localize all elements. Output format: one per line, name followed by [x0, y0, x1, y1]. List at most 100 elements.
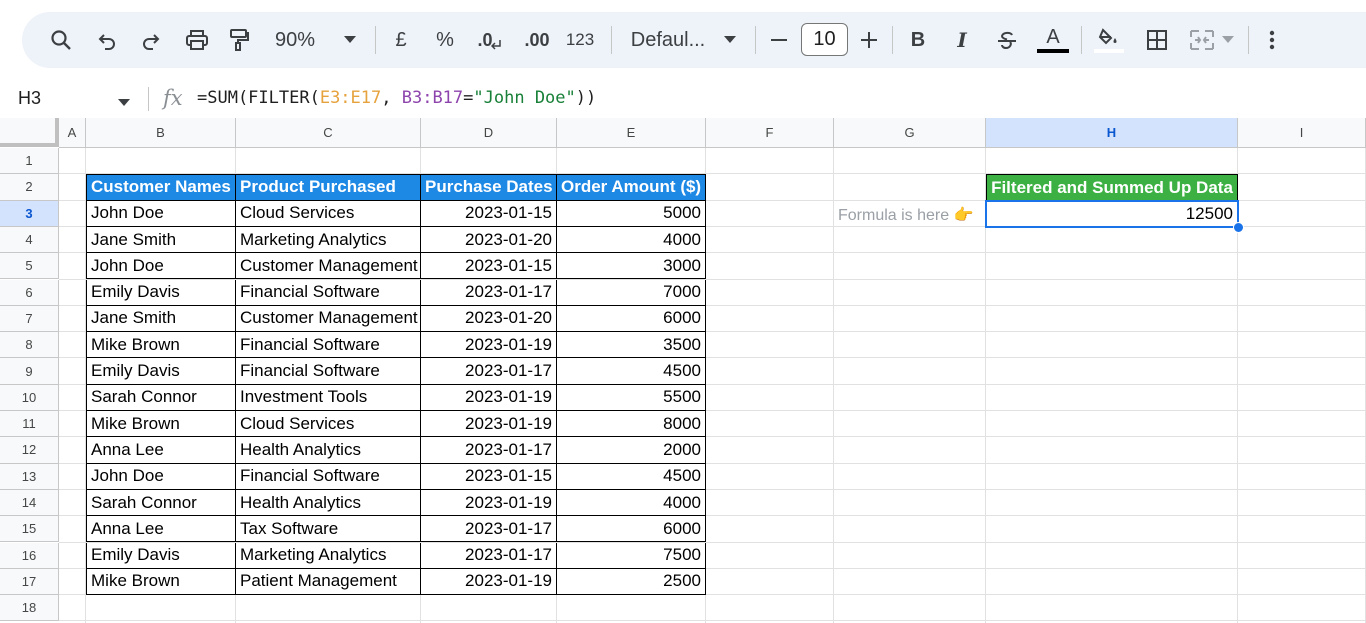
- table-cell[interactable]: 2023-01-17: [421, 542, 557, 569]
- table-header-cell[interactable]: Product Purchased: [236, 174, 421, 201]
- name-box[interactable]: H3: [18, 88, 41, 109]
- chevron-down-icon[interactable]: [118, 94, 130, 112]
- table-cell[interactable]: Health Analytics: [236, 489, 421, 517]
- table-cell[interactable]: Marketing Analytics: [236, 226, 421, 254]
- formula-note[interactable]: Formula is here 👉: [838, 202, 974, 228]
- row-header-8[interactable]: 8: [0, 332, 59, 359]
- column-header-e[interactable]: E: [557, 118, 706, 148]
- chevron-down-icon[interactable]: [340, 12, 360, 68]
- table-cell[interactable]: 2023-01-15: [421, 463, 557, 490]
- table-cell[interactable]: 2000: [557, 437, 706, 464]
- bold-button[interactable]: B: [904, 12, 932, 68]
- column-header-a[interactable]: A: [59, 118, 86, 148]
- row-header-5[interactable]: 5: [0, 253, 59, 280]
- column-header-f[interactable]: F: [706, 118, 834, 148]
- increase-font-size-icon[interactable]: [856, 12, 882, 68]
- table-header-cell[interactable]: Customer Names: [86, 174, 236, 201]
- table-cell[interactable]: Investment Tools: [236, 384, 421, 411]
- table-cell[interactable]: Cloud Services: [236, 411, 421, 438]
- decrease-decimal-button[interactable]: .0: [474, 12, 504, 68]
- table-cell[interactable]: Emily Davis: [86, 358, 236, 385]
- table-cell[interactable]: Mike Brown: [86, 568, 236, 596]
- table-cell[interactable]: John Doe: [86, 463, 236, 490]
- italic-button[interactable]: I: [948, 12, 976, 68]
- table-cell[interactable]: 2023-01-15: [421, 200, 557, 227]
- table-cell[interactable]: 7000: [557, 279, 706, 306]
- column-header-d[interactable]: D: [421, 118, 557, 148]
- table-cell[interactable]: 3500: [557, 332, 706, 359]
- row-header-15[interactable]: 15: [0, 516, 59, 543]
- row-header-7[interactable]: 7: [0, 305, 59, 333]
- fill-handle[interactable]: [1233, 222, 1244, 233]
- table-cell[interactable]: Marketing Analytics: [236, 542, 421, 569]
- table-cell[interactable]: Sarah Connor: [86, 489, 236, 517]
- table-header-cell[interactable]: Order Amount ($): [557, 174, 706, 201]
- table-cell[interactable]: 3000: [557, 253, 706, 280]
- strikethrough-icon[interactable]: [992, 12, 1022, 68]
- row-header-16[interactable]: 16: [0, 542, 59, 569]
- table-cell[interactable]: 6000: [557, 516, 706, 543]
- row-header-17[interactable]: 17: [0, 568, 59, 596]
- table-cell[interactable]: 5500: [557, 384, 706, 411]
- table-cell[interactable]: Financial Software: [236, 358, 421, 385]
- fill-color-icon[interactable]: [1092, 12, 1126, 68]
- more-options-icon[interactable]: [1260, 12, 1284, 68]
- row-header-11[interactable]: 11: [0, 411, 59, 438]
- table-cell[interactable]: Emily Davis: [86, 279, 236, 306]
- table-cell[interactable]: 7500: [557, 542, 706, 569]
- borders-icon[interactable]: [1142, 12, 1172, 68]
- formula-input[interactable]: =SUM(FILTER(E3:E17, B3:B17="John Doe")): [197, 88, 596, 108]
- decrease-font-size-icon[interactable]: [766, 12, 792, 68]
- table-cell[interactable]: 2500: [557, 568, 706, 596]
- table-cell[interactable]: 5000: [557, 200, 706, 227]
- table-cell[interactable]: Financial Software: [236, 463, 421, 490]
- row-header-2[interactable]: 2: [0, 174, 59, 201]
- number-format-button[interactable]: 123: [562, 12, 598, 68]
- print-icon[interactable]: [180, 12, 214, 68]
- table-cell[interactable]: 2023-01-15: [421, 253, 557, 280]
- table-cell[interactable]: 2023-01-19: [421, 384, 557, 411]
- table-cell[interactable]: Sarah Connor: [86, 384, 236, 411]
- table-header-cell[interactable]: Purchase Dates: [421, 174, 557, 201]
- spreadsheet-grid[interactable]: ABCDEFGHI 1 2 3 4 5 6 7 8 9 10 11 12 13 14 15 16 17 18 Cu…: [0, 118, 1366, 623]
- table-cell[interactable]: Mike Brown: [86, 332, 236, 359]
- merge-cells-icon[interactable]: [1186, 12, 1218, 68]
- row-header-3[interactable]: 3: [0, 200, 59, 227]
- row-header-13[interactable]: 13: [0, 463, 59, 490]
- redo-icon[interactable]: [136, 12, 166, 68]
- column-header-h[interactable]: H: [986, 118, 1238, 148]
- result-header[interactable]: Filtered and Summed Up Data: [986, 174, 1238, 201]
- table-cell[interactable]: 2023-01-20: [421, 226, 557, 254]
- row-header-14[interactable]: 14: [0, 489, 59, 517]
- row-header-6[interactable]: 6: [0, 279, 59, 306]
- table-cell[interactable]: Anna Lee: [86, 437, 236, 464]
- table-cell[interactable]: Mike Brown: [86, 411, 236, 438]
- chevron-down-icon[interactable]: [1220, 12, 1236, 68]
- currency-format-button[interactable]: £: [388, 12, 414, 68]
- table-cell[interactable]: John Doe: [86, 253, 236, 280]
- chevron-down-icon[interactable]: [720, 12, 740, 68]
- table-cell[interactable]: 2023-01-19: [421, 332, 557, 359]
- row-header-18[interactable]: 18: [0, 595, 59, 622]
- table-cell[interactable]: John Doe: [86, 200, 236, 227]
- select-all-corner[interactable]: [0, 118, 59, 147]
- table-cell[interactable]: 4500: [557, 463, 706, 490]
- percent-format-button[interactable]: %: [432, 12, 458, 68]
- table-cell[interactable]: Anna Lee: [86, 516, 236, 543]
- table-cell[interactable]: 2023-01-19: [421, 568, 557, 596]
- search-menus-icon[interactable]: [46, 12, 76, 68]
- column-header-b[interactable]: B: [86, 118, 236, 148]
- font-size-input[interactable]: 10: [801, 23, 848, 56]
- font-family-select[interactable]: Defaul...: [626, 12, 710, 68]
- table-cell[interactable]: 8000: [557, 411, 706, 438]
- paint-format-icon[interactable]: [224, 12, 254, 68]
- table-cell[interactable]: Jane Smith: [86, 226, 236, 254]
- table-cell[interactable]: 2023-01-19: [421, 489, 557, 517]
- table-cell[interactable]: Customer Management: [236, 305, 421, 333]
- table-cell[interactable]: 2023-01-17: [421, 437, 557, 464]
- zoom-select[interactable]: 90%: [270, 12, 320, 68]
- row-header-4[interactable]: 4: [0, 226, 59, 254]
- table-cell[interactable]: 2023-01-20: [421, 305, 557, 333]
- table-cell[interactable]: Health Analytics: [236, 437, 421, 464]
- table-cell[interactable]: Financial Software: [236, 279, 421, 306]
